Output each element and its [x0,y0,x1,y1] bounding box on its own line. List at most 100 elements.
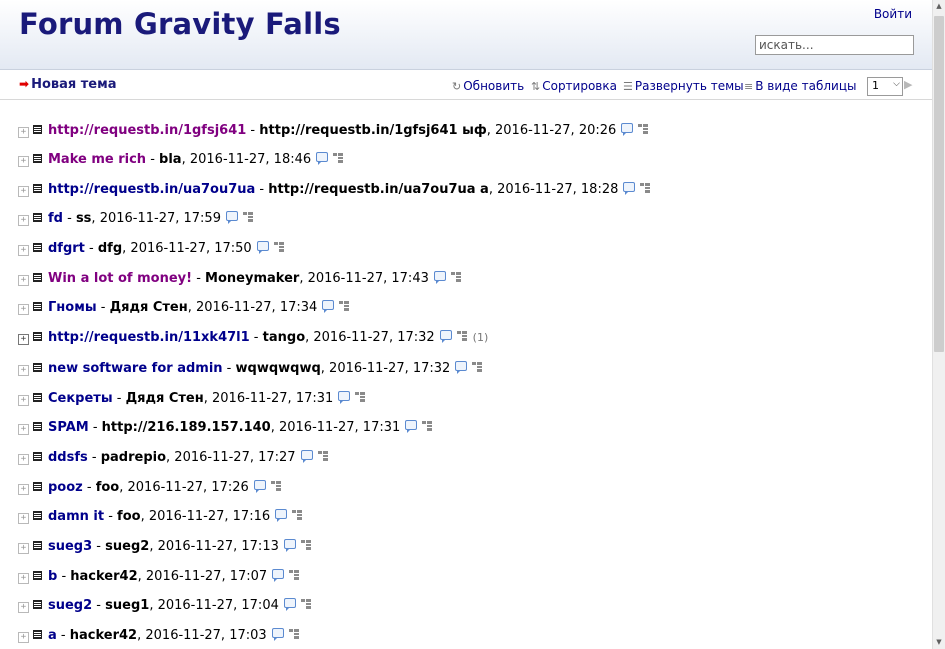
speech-bubble-icon[interactable] [455,361,468,374]
speech-bubble-icon[interactable] [433,271,446,284]
topic-row: + sueg3 - sueg2, 2016-11-27, 17:13 [18,537,311,557]
thread-tree-icon[interactable] [638,124,649,134]
speech-bubble-icon[interactable] [283,598,296,611]
topic-subject-link[interactable]: fd [48,211,63,226]
speech-bubble-icon[interactable] [300,450,313,463]
thread-tree-icon[interactable] [242,212,253,222]
topic-subject-link[interactable]: b [48,569,57,584]
topic-date: 2016-11-27, 17:26 [127,480,249,495]
new-topic-label: Новая тема [31,77,117,92]
topic-subject-link[interactable]: pooz [48,480,83,495]
sort-link[interactable]: ⇅ Сортировка [531,79,617,93]
speech-bubble-icon[interactable] [253,480,266,493]
thread-tree-icon[interactable] [270,481,281,491]
page-select[interactable]: 1 ⌵ [867,77,903,96]
refresh-link[interactable]: ↻ Обновить [452,79,524,93]
speech-bubble-icon[interactable] [623,182,636,195]
thread-tree-icon[interactable] [292,510,303,520]
plus-box-icon[interactable]: + [18,484,29,495]
plus-box-icon[interactable]: + [18,245,29,256]
scroll-up-arrow-icon[interactable]: ▲ [933,0,945,13]
thread-tree-icon[interactable] [317,451,328,461]
new-topic-link[interactable]: ➡ Новая тема [19,77,117,92]
thread-tree-icon[interactable] [333,153,344,163]
forum-header: Forum Gravity Falls Войти [0,0,932,70]
topic-subject-link[interactable]: SPAM [48,420,89,435]
topic-subject-link[interactable]: dfgrt [48,241,85,256]
refresh-icon: ↻ [452,80,462,93]
topic-subject-link[interactable]: sueg2 [48,598,92,613]
speech-bubble-icon[interactable] [621,123,634,136]
document-icon [33,482,42,491]
topic-subject-link[interactable]: a [48,628,57,643]
speech-bubble-icon[interactable] [272,569,285,582]
topic-subject-link[interactable]: http://requestb.in/1gfsj641 [48,123,246,138]
separator: , [203,391,212,406]
plus-box-icon[interactable]: + [18,365,29,376]
login-link[interactable]: Войти [874,7,912,21]
topic-row: + new software for admin - wqwqwqwq, 2016… [18,359,483,379]
next-page-icon[interactable]: ▶ [904,78,912,91]
plus-box-icon[interactable]: + [18,632,29,643]
plus-box-icon[interactable]: + [18,186,29,197]
table-view-link[interactable]: ≡ В виде таблицы [744,79,857,93]
topic-subject-link[interactable]: http://requestb.in/11xk47l1 [48,330,250,345]
thread-tree-icon[interactable] [300,540,311,550]
speech-bubble-icon[interactable] [271,628,284,641]
plus-box-icon[interactable]: + [18,127,29,138]
plus-box-icon[interactable]: + [18,573,29,584]
speech-bubble-icon[interactable] [322,300,335,313]
thread-tree-icon[interactable] [472,362,483,372]
plus-box-icon[interactable]: + [18,602,29,613]
plus-box-icon[interactable]: + [18,424,29,435]
topic-subject-link[interactable]: http://requestb.in/ua7ou7ua [48,182,255,197]
thread-tree-icon[interactable] [339,301,350,311]
document-icon [33,125,42,134]
speech-bubble-icon[interactable] [405,420,418,433]
thread-tree-icon[interactable] [456,331,467,341]
topic-subject-link[interactable]: Make me rich [48,152,146,167]
topic-date: 2016-11-27, 17:07 [145,569,268,584]
plus-box-icon[interactable]: + [18,215,29,226]
plus-box-icon[interactable]: + [18,334,29,345]
table-view-label: В виде таблицы [755,79,857,93]
speech-bubble-icon[interactable] [338,391,351,404]
topic-subject-link[interactable]: Секреты [48,391,113,406]
topic-subject-link[interactable]: sueg3 [48,539,92,554]
thread-tree-icon[interactable] [273,242,284,252]
speech-bubble-icon[interactable] [225,211,238,224]
thread-tree-icon[interactable] [288,629,299,639]
thread-tree-icon[interactable] [355,392,366,402]
plus-box-icon[interactable]: + [18,156,29,167]
scroll-down-arrow-icon[interactable]: ▼ [933,636,945,649]
plus-box-icon[interactable]: + [18,304,29,315]
topic-row: + http://requestb.in/11xk47l1 - tango, 20… [18,328,488,348]
thread-tree-icon[interactable] [640,183,651,193]
plus-box-icon[interactable]: + [18,454,29,465]
speech-bubble-icon[interactable] [275,509,288,522]
speech-bubble-icon[interactable] [439,330,452,343]
thread-tree-icon[interactable] [422,421,433,431]
sort-icon: ⇅ [531,80,541,93]
topic-subject-link[interactable]: new software for admin [48,361,223,376]
plus-box-icon[interactable]: + [18,275,29,286]
topic-subject-link[interactable]: damn it [48,509,104,524]
separator: , [299,271,308,286]
expand-topics-link[interactable]: ☰ Развернуть темы [623,79,744,93]
topic-subject-link[interactable]: ddsfs [48,450,88,465]
topic-subject-link[interactable]: Win a lot of money! [48,271,192,286]
plus-box-icon[interactable]: + [18,395,29,406]
plus-box-icon[interactable]: + [18,513,29,524]
topic-row: + ddsfs - padrepio, 2016-11-27, 17:27 [18,448,328,468]
speech-bubble-icon[interactable] [316,152,329,165]
vertical-scrollbar[interactable]: ▲ ▼ [932,0,945,649]
search-input[interactable] [755,35,914,55]
scroll-thumb[interactable] [934,16,944,352]
thread-tree-icon[interactable] [289,570,300,580]
topic-subject-link[interactable]: Гномы [48,300,97,315]
speech-bubble-icon[interactable] [283,539,296,552]
thread-tree-icon[interactable] [300,599,311,609]
thread-tree-icon[interactable] [450,272,461,282]
speech-bubble-icon[interactable] [256,241,269,254]
plus-box-icon[interactable]: + [18,543,29,554]
